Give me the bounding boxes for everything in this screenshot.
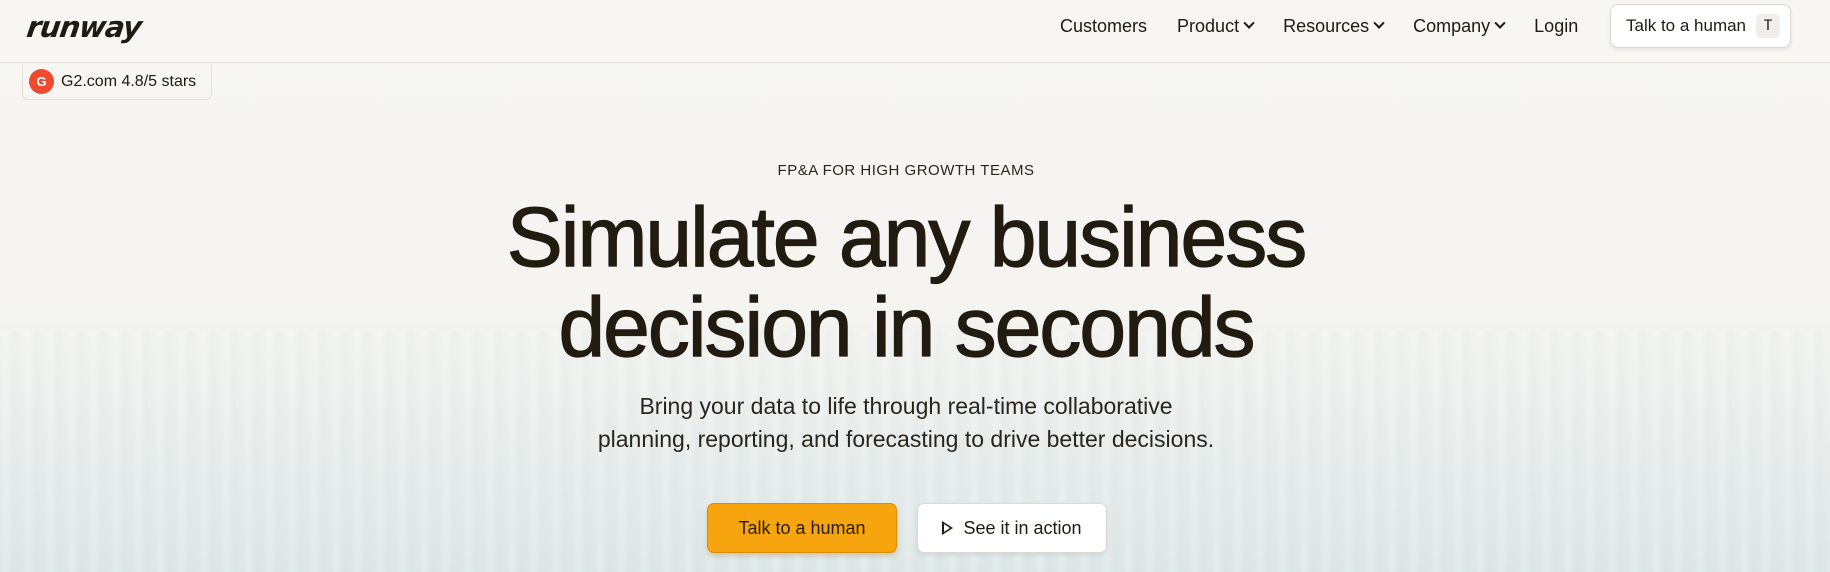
nav-item-company[interactable]: Company [1413, 15, 1506, 37]
g2-rating-badge[interactable]: G G2.com 4.8/5 stars [22, 64, 212, 100]
runway-logo[interactable]: runway [25, 10, 144, 44]
hero-title-line1: Simulate any business [506, 190, 1308, 284]
button-label: Talk to a human [1626, 16, 1747, 35]
hero-subtitle-line2: planning, reporting, and forecasting to … [597, 426, 1215, 452]
nav-item-resources[interactable]: Resources [1283, 15, 1385, 37]
button-label: See it in action [963, 517, 1082, 538]
talk-to-human-button[interactable]: Talk to a human [707, 503, 897, 553]
see-it-in-action-button[interactable]: See it in action [917, 503, 1107, 553]
nav-label: Product [1177, 15, 1240, 36]
nav-item-login[interactable]: Login [1534, 16, 1578, 37]
hero-title: Simulate any business decision in second… [0, 190, 1812, 374]
rating-text: G2.com 4.8/5 stars [61, 72, 197, 90]
hero-subtitle-line1: Bring your data to life through real-tim… [639, 393, 1173, 419]
g2-logo-icon: G [29, 69, 54, 94]
talk-to-human-nav-button[interactable]: Talk to a human T [1610, 4, 1791, 48]
hero-title-line2: decision in seconds [558, 280, 1256, 374]
keyboard-shortcut-badge: T [1756, 14, 1780, 38]
nav-item-customers[interactable]: Customers [1060, 16, 1147, 37]
nav-item-product[interactable]: Product [1177, 15, 1255, 37]
main-nav: Customers Product Resources Company Logi… [1060, 0, 1608, 52]
chevron-down-icon [1494, 17, 1506, 29]
top-navbar: runway Customers Product Resources Compa… [0, 0, 1830, 63]
hero-eyebrow: FP&A FOR HIGH GROWTH TEAMS [777, 162, 1035, 179]
button-label: Talk to a human [738, 517, 866, 538]
play-icon [942, 521, 954, 535]
chevron-down-icon [1373, 17, 1385, 29]
chevron-down-icon [1243, 17, 1255, 29]
nav-label: Customers [1060, 15, 1148, 36]
hero-subtitle: Bring your data to life through real-tim… [0, 390, 1812, 456]
nav-label: Resources [1283, 15, 1370, 36]
nav-label: Company [1413, 15, 1491, 36]
nav-label: Login [1534, 15, 1579, 36]
